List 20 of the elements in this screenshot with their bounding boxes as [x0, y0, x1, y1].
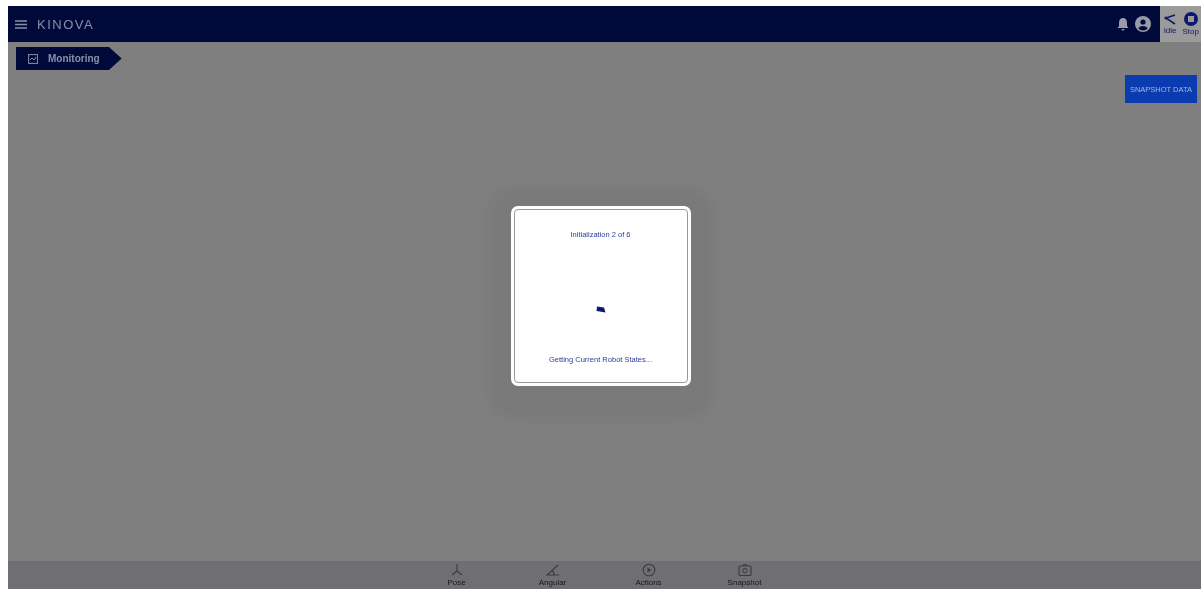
chart-icon: [28, 53, 38, 64]
spinner-icon: [595, 306, 606, 313]
stop-icon: [1183, 12, 1198, 26]
status-label[interactable]: Idle: [1163, 25, 1177, 35]
robot-arm-icon: [1164, 13, 1177, 25]
nav-label[interactable]: Snapshot: [727, 578, 762, 587]
nav-label[interactable]: Actions: [635, 578, 662, 587]
brand-logo: KINOVA: [37, 16, 95, 32]
account-icon[interactable]: [1134, 16, 1151, 32]
bell-icon[interactable]: [1116, 17, 1129, 31]
angle-icon: [545, 563, 560, 577]
axes-icon: [449, 563, 464, 577]
breadcrumb-tab[interactable]: Monitoring: [16, 47, 122, 70]
nav-label[interactable]: Angular: [538, 578, 567, 587]
nav-label[interactable]: Pose: [447, 578, 466, 587]
camera-icon: [737, 563, 752, 577]
menu-icon[interactable]: [15, 19, 27, 29]
stop-label[interactable]: Stop: [1182, 27, 1199, 36]
play-circle-icon: [641, 563, 656, 577]
breadcrumb-label: Monitoring: [48, 53, 100, 64]
